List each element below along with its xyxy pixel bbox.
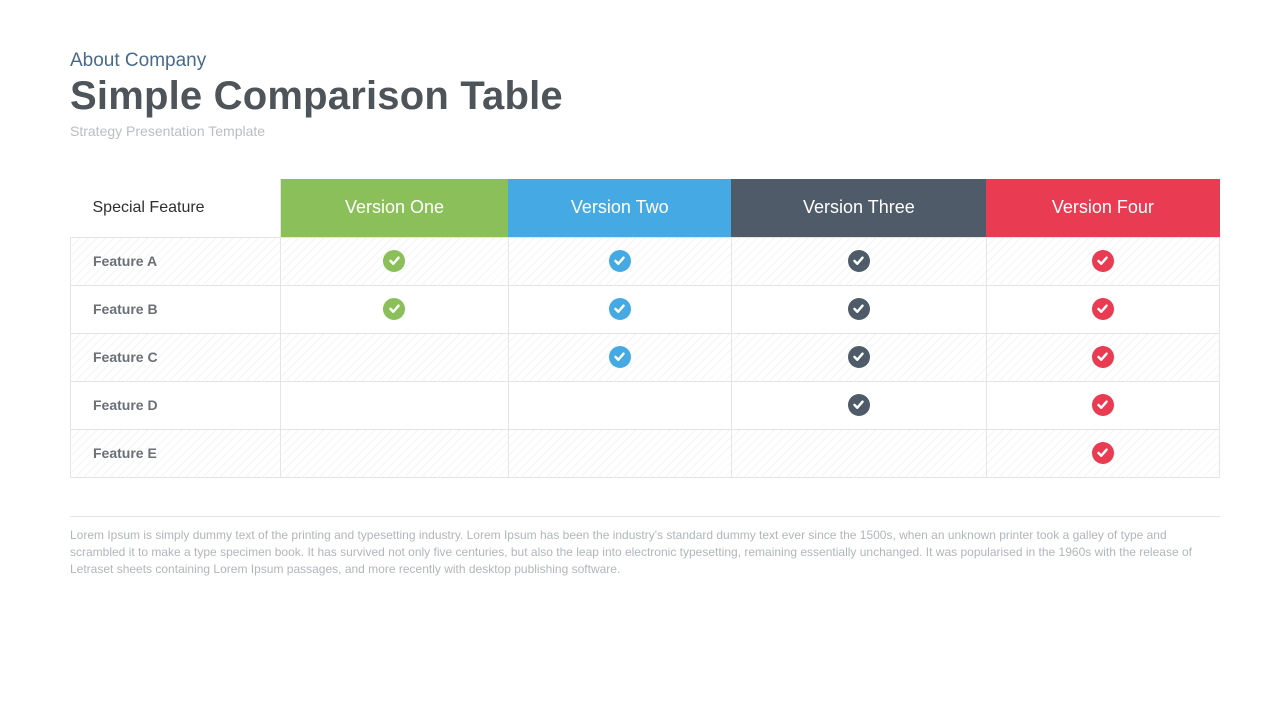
cell (731, 429, 986, 477)
check-icon (609, 346, 631, 368)
table-header-row: Special Feature Version One Version Two … (71, 179, 1220, 237)
check-icon (1092, 298, 1114, 320)
check-icon (383, 298, 405, 320)
check-icon (609, 298, 631, 320)
column-header-version-four: Version Four (986, 179, 1219, 237)
cell (508, 429, 731, 477)
cell (731, 381, 986, 429)
check-icon (609, 250, 631, 272)
table-row: Feature A (71, 237, 1220, 285)
check-icon (1092, 346, 1114, 368)
cell (986, 381, 1219, 429)
column-header-version-two: Version Two (508, 179, 731, 237)
divider (70, 516, 1220, 517)
page-subtitle: Strategy Presentation Template (70, 123, 1220, 139)
row-label: Feature E (71, 429, 281, 477)
cell (986, 285, 1219, 333)
comparison-table: Special Feature Version One Version Two … (70, 179, 1220, 478)
table-row: Feature D (71, 381, 1220, 429)
row-label: Feature A (71, 237, 281, 285)
check-icon (1092, 250, 1114, 272)
cell (731, 333, 986, 381)
row-label: Feature D (71, 381, 281, 429)
cell (281, 285, 509, 333)
table-row: Feature C (71, 333, 1220, 381)
cell (731, 237, 986, 285)
check-icon (383, 250, 405, 272)
column-header-version-three: Version Three (731, 179, 986, 237)
cell (986, 333, 1219, 381)
check-icon (848, 250, 870, 272)
cell (986, 429, 1219, 477)
check-icon (848, 298, 870, 320)
kicker: About Company (70, 50, 1220, 72)
cell (281, 237, 509, 285)
cell (508, 237, 731, 285)
footnote-text: Lorem Ipsum is simply dummy text of the … (70, 527, 1220, 579)
cell (281, 429, 509, 477)
slide: About Company Simple Comparison Table St… (0, 0, 1280, 609)
cell (731, 285, 986, 333)
cell (281, 333, 509, 381)
row-label: Feature B (71, 285, 281, 333)
table-row: Feature B (71, 285, 1220, 333)
check-icon (1092, 442, 1114, 464)
page-title: Simple Comparison Table (70, 74, 1220, 119)
cell (508, 381, 731, 429)
cell (508, 333, 731, 381)
table-row: Feature E (71, 429, 1220, 477)
row-header-cell: Special Feature (71, 179, 281, 237)
cell (986, 237, 1219, 285)
row-label: Feature C (71, 333, 281, 381)
column-header-version-one: Version One (281, 179, 509, 237)
check-icon (1092, 394, 1114, 416)
check-icon (848, 346, 870, 368)
cell (281, 381, 509, 429)
cell (508, 285, 731, 333)
check-icon (848, 394, 870, 416)
